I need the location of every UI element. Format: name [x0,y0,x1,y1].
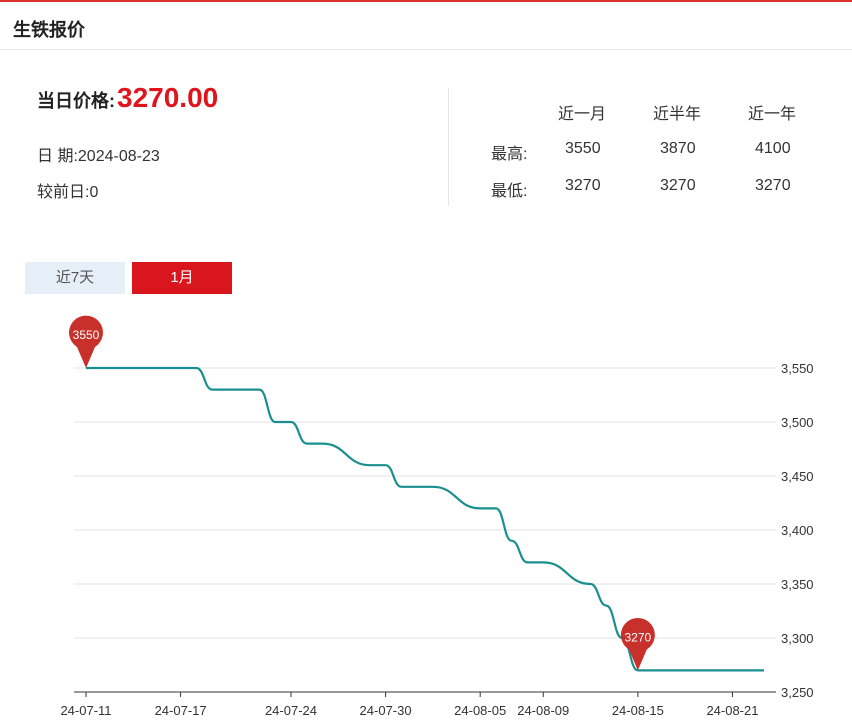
change-line: 较前日:0 [37,178,98,202]
x-tick-label: 24-08-09 [517,703,569,718]
tab-7-days[interactable]: 近7天 [25,262,125,294]
panel-title: 生铁报价 [13,20,85,40]
x-tick-label: 24-08-05 [454,703,506,718]
y-tick-label: 3,450 [781,469,814,484]
x-tick-label: 24-07-17 [155,703,207,718]
stats-low-month: 3270 [565,177,601,194]
current-price-label: 当日价格: [37,91,115,111]
x-tick-label: 24-08-21 [706,703,758,718]
date-label: 日 期: [37,148,78,165]
summary-divider [448,88,449,206]
range-tabs: 近7天 1月 [25,262,232,294]
stats-col-half-year: 近半年 [653,106,702,123]
x-tick-label: 24-07-11 [60,703,111,718]
stats-high-month: 3550 [565,140,601,157]
current-price-value: 3270.00 [117,82,219,113]
y-tick-label: 3,250 [781,685,814,700]
stats-high-half-year: 3870 [660,140,696,157]
y-tick-label: 3,550 [781,361,814,376]
change-value: 0 [89,184,99,201]
change-label: 较前日: [37,184,90,201]
y-tick-label: 3,350 [781,577,814,592]
price-series-line [86,366,764,672]
tab-1-month[interactable]: 1月 [132,262,232,294]
stats-col-month: 近一月 [558,106,607,123]
x-tick-label: 24-08-15 [612,703,664,718]
y-tick-label: 3,400 [781,523,814,538]
date-value: 2024-08-23 [77,148,160,165]
panel-header: 生铁报价 [0,2,852,50]
price-line-chart: 3,250 3,300 3,350 3,400 3,450 3,500 3,550 24-07… [60,315,814,718]
stats-col-year: 近一年 [748,106,797,123]
stats-row-low-label: 最低: [491,183,528,200]
price-pin-label: 3550 [73,328,100,342]
price-pin-label: 3270 [625,630,652,644]
y-tick-label: 3,300 [781,631,814,646]
y-tick-label: 3,500 [781,415,814,430]
x-tick-label: 24-07-24 [265,703,317,718]
price-summary: 当日价格: 3270.00 [37,82,218,114]
date-line: 日 期:2024-08-23 [37,142,160,166]
stats-high-year: 4100 [755,140,791,157]
stats-row-high-label: 最高: [491,146,528,163]
x-tick-label: 24-07-30 [360,703,412,718]
stats-low-year: 3270 [755,177,791,194]
stats-low-half-year: 3270 [660,177,696,194]
